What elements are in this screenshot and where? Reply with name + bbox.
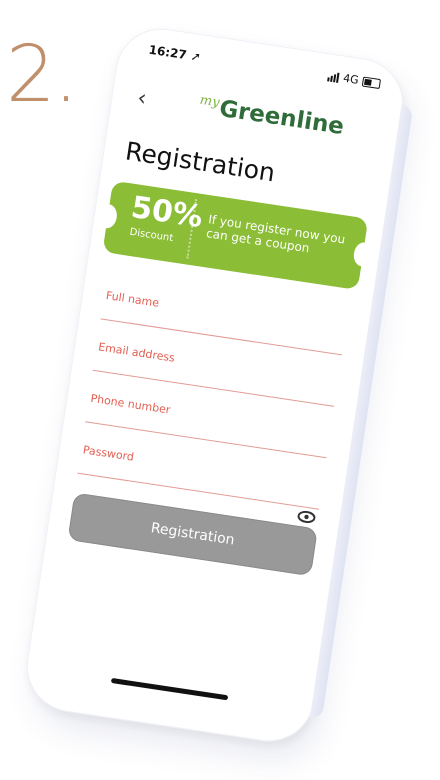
brand-name: Greenline	[217, 95, 346, 141]
password-label: Password	[82, 443, 135, 464]
full-name-label: Full name	[105, 288, 160, 310]
brand-logo: myGreenline	[197, 93, 346, 141]
step-number: 2.	[6, 30, 78, 120]
brand-prefix: my	[198, 93, 221, 111]
page-title: Registration	[123, 136, 277, 188]
eye-icon[interactable]	[297, 510, 317, 525]
status-time: 16:27 ➚	[148, 43, 202, 65]
registration-button[interactable]: Registration	[67, 492, 318, 577]
home-indicator	[110, 677, 229, 701]
signal-icon	[327, 71, 341, 83]
status-indicators: 4G	[327, 69, 382, 90]
phone-label: Phone number	[89, 391, 172, 417]
phone-mockup: 16:27 ➚ 4G ‹ myGreenline Registration 50…	[20, 22, 410, 748]
back-chevron-icon[interactable]: ‹	[136, 86, 148, 112]
location-arrow-icon: ➚	[189, 48, 202, 65]
network-label: 4G	[342, 71, 360, 87]
email-label: Email address	[97, 340, 176, 365]
coupon-description: If you register now you can get a coupon	[205, 212, 347, 256]
battery-icon	[361, 76, 382, 89]
status-bar: 16:27 ➚ 4G	[147, 43, 382, 97]
discount-coupon: 50% Discount If you register now you can…	[102, 180, 369, 291]
status-time-text: 16:27	[147, 42, 188, 63]
